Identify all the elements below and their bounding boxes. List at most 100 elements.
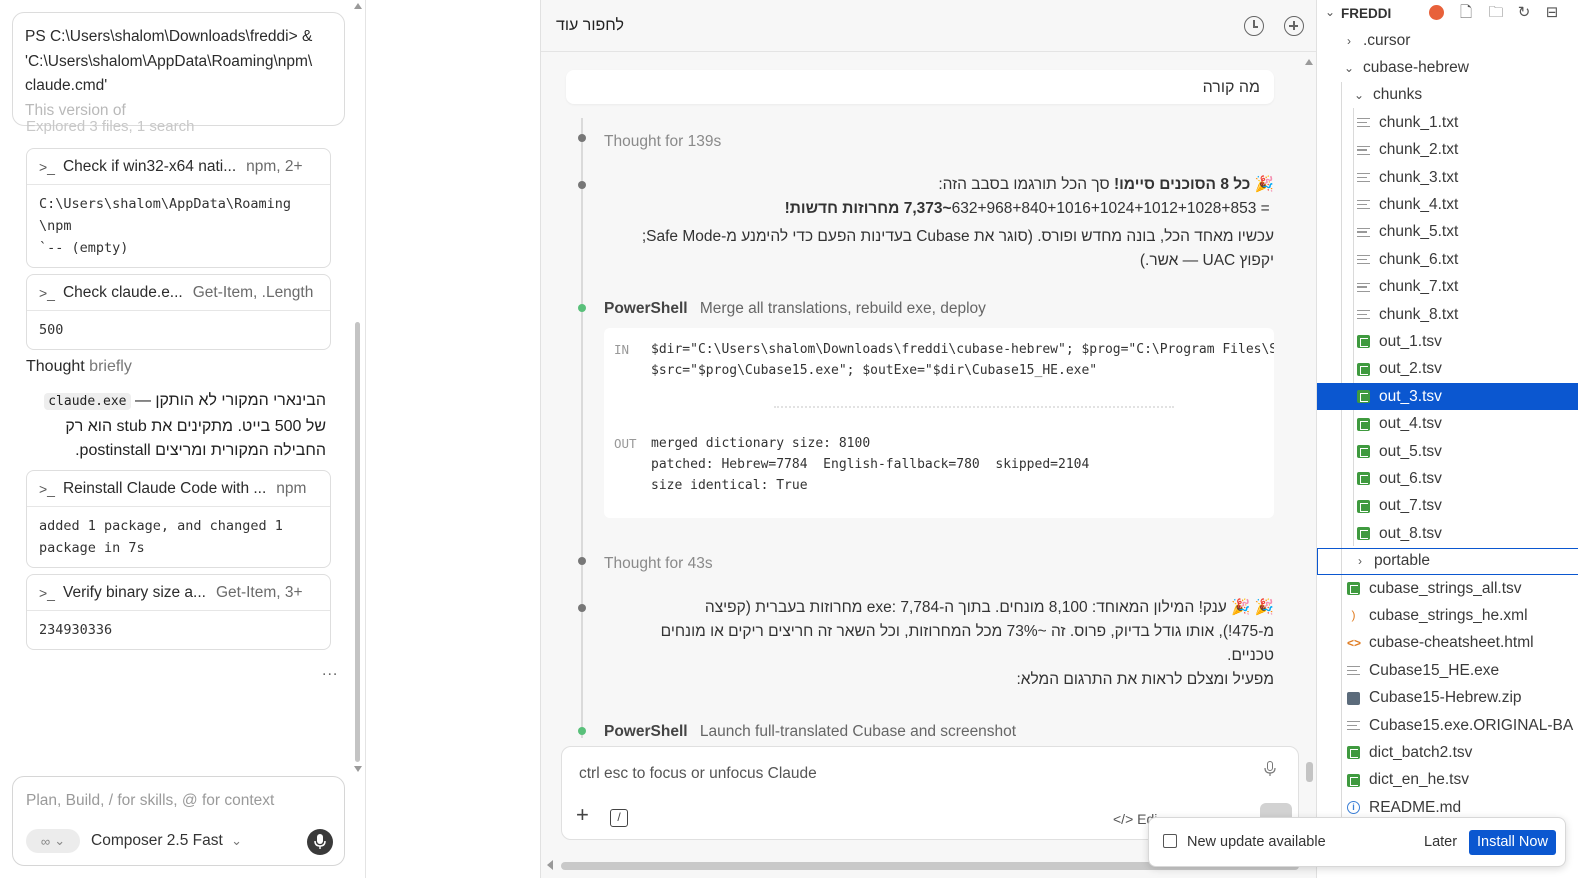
left-scrollbar[interactable] bbox=[353, 0, 363, 778]
chevron-right-icon[interactable]: › bbox=[1354, 554, 1366, 568]
spreadsheet-file-icon bbox=[1347, 582, 1360, 595]
mode-toggle[interactable]: ∞ ⌄ bbox=[26, 829, 80, 853]
command-line: $src="$prog\Cubase15.exe"; $outExe="$dir… bbox=[651, 363, 1098, 378]
thought-indicator[interactable]: Thought for 139s bbox=[604, 133, 721, 151]
add-attachment-plus-icon[interactable]: + bbox=[576, 804, 589, 826]
model-selector[interactable]: Composer 2.5 Fast ⌄ bbox=[91, 832, 242, 850]
tree-file[interactable]: out_3.tsv bbox=[1317, 383, 1578, 411]
chevron-down-icon: ⌄ bbox=[231, 833, 243, 848]
refresh-icon[interactable]: ↻ bbox=[1515, 4, 1533, 22]
model-name: Composer 2.5 Fast bbox=[91, 832, 223, 849]
tree-file[interactable]: dict_batch2.tsv bbox=[1317, 739, 1578, 766]
message-line: עכשיו מאחד הכל, בונה מחדש ופורס. (סוגר א… bbox=[641, 228, 1274, 245]
tree-file[interactable]: chunk_8.txt bbox=[1317, 301, 1578, 328]
thought-indicator[interactable]: Thought for 43s bbox=[604, 555, 713, 573]
text-file-icon bbox=[1357, 282, 1370, 292]
assistant-message: 🎉 🎉 ענק! המילון המאוחד: 8,100 מונחים. בת… bbox=[604, 596, 1274, 692]
composer-input[interactable]: ctrl esc to focus or unfocus Claude bbox=[579, 765, 817, 783]
tree-file[interactable]: out_8.tsv bbox=[1317, 520, 1578, 547]
tool-call-title: Check claude.e... bbox=[62, 283, 183, 301]
message-text: הבינארי המקורי לא הותקן — bbox=[130, 392, 326, 409]
scrollbar-thumb[interactable] bbox=[355, 322, 360, 762]
scrollbar-thumb[interactable] bbox=[1306, 762, 1313, 782]
tool-call-header[interactable]: >_ Check claude.e... Get-Item, .Length bbox=[27, 275, 330, 311]
message-text: 632+968+840+1016+1024+1012+1028+853 = bbox=[951, 200, 1274, 217]
history-clock-icon[interactable] bbox=[1244, 16, 1264, 36]
tree-file[interactable]: chunk_4.txt bbox=[1317, 191, 1578, 218]
tree-file[interactable]: out_2.tsv bbox=[1317, 356, 1578, 383]
text-file-icon bbox=[1357, 145, 1370, 155]
new-chat-plus-icon[interactable] bbox=[1284, 16, 1304, 36]
tree-file[interactable]: chunk_7.txt bbox=[1317, 274, 1578, 301]
powershell-step[interactable]: PowerShell Merge all translations, rebui… bbox=[604, 300, 986, 318]
tree-file[interactable]: chunk_5.txt bbox=[1317, 219, 1578, 246]
chevron-down-icon[interactable]: ⌄ bbox=[1353, 88, 1365, 102]
microphone-icon[interactable] bbox=[1264, 761, 1276, 782]
timeline-dot-success bbox=[578, 727, 586, 735]
tool-call-header[interactable]: >_ Check if win32-x64 nati... npm, 2+ bbox=[27, 149, 330, 185]
powershell-io-block: IN $dir="C:\Users\shalom\Downloads\fredd… bbox=[604, 328, 1274, 518]
send-button[interactable] bbox=[1260, 803, 1292, 817]
tree-file[interactable]: ) cubase_strings_he.xml bbox=[1317, 602, 1578, 629]
scroll-up-arrow-icon[interactable] bbox=[354, 3, 362, 9]
new-file-icon[interactable]: 🗋 bbox=[1457, 4, 1475, 22]
tree-file[interactable]: cubase_strings_all.tsv bbox=[1317, 575, 1578, 602]
tree-file[interactable]: out_6.tsv bbox=[1317, 465, 1578, 492]
chat-scrollbar[interactable] bbox=[1303, 56, 1315, 782]
tree-item-label: chunk_5.txt bbox=[1379, 223, 1459, 241]
tree-file[interactable]: dict_en_he.tsv bbox=[1317, 767, 1578, 794]
tree-folder[interactable]: ⌄ chunks bbox=[1317, 82, 1578, 109]
slash-command-icon[interactable]: / bbox=[610, 809, 628, 827]
thought-indicator[interactable]: Thought briefly bbox=[26, 358, 132, 376]
scroll-down-arrow-icon[interactable] bbox=[354, 766, 362, 772]
tree-item-label: chunk_4.txt bbox=[1379, 195, 1459, 213]
tree-file[interactable]: <> cubase-cheatsheet.html bbox=[1317, 630, 1578, 657]
more-options-button[interactable]: ... bbox=[322, 662, 338, 680]
powershell-step[interactable]: PowerShell Launch full-translated Cubase… bbox=[604, 723, 1016, 741]
tree-folder[interactable]: › .cursor bbox=[1317, 27, 1578, 54]
composer-input[interactable]: Plan, Build, / for skills, @ for context bbox=[26, 792, 274, 810]
tool-call-card[interactable]: >_ Check claude.e... Get-Item, .Length 5… bbox=[26, 274, 331, 350]
microphone-button[interactable] bbox=[307, 829, 333, 855]
tool-call-card[interactable]: >_ Reinstall Claude Code with ... npm ad… bbox=[26, 470, 331, 568]
chat-composer[interactable]: Plan, Build, / for skills, @ for context… bbox=[12, 776, 345, 866]
tree-file[interactable]: out_5.tsv bbox=[1317, 438, 1578, 465]
tool-call-header[interactable]: >_ Reinstall Claude Code with ... npm bbox=[27, 471, 330, 507]
chevron-down-icon[interactable]: ⌄ bbox=[1343, 61, 1355, 75]
chevron-right-icon[interactable]: › bbox=[1343, 34, 1355, 48]
assistant-message: הבינארי המקורי לא הותקן — claude.exe של … bbox=[26, 389, 326, 464]
tool-call-card[interactable]: >_ Check if win32-x64 nati... npm, 2+ C:… bbox=[26, 148, 331, 268]
later-button[interactable]: Later bbox=[1424, 834, 1457, 850]
tree-item-label: portable bbox=[1374, 552, 1431, 570]
workspace-root[interactable]: FREDDI bbox=[1341, 6, 1391, 21]
collapse-all-icon[interactable]: ⊟ bbox=[1543, 4, 1561, 22]
chat-header: לחפור עוד bbox=[541, 0, 1317, 52]
message-bold-text: כל 8 הסוכנים סיימו! bbox=[1113, 176, 1251, 193]
scroll-left-arrow-icon[interactable] bbox=[547, 860, 553, 870]
tree-file[interactable]: chunk_1.txt bbox=[1317, 109, 1578, 136]
tree-file[interactable]: chunk_6.txt bbox=[1317, 246, 1578, 273]
tree-item-label: Cubase15_HE.exe bbox=[1369, 661, 1500, 679]
tree-file[interactable]: out_1.tsv bbox=[1317, 328, 1578, 355]
tree-folder[interactable]: ⌄ cubase-hebrew bbox=[1317, 54, 1578, 81]
tool-call-card[interactable]: >_ Verify binary size a... Get-Item, 3+ … bbox=[26, 574, 331, 650]
tree-file[interactable]: Cubase15.exe.ORIGINAL-BA bbox=[1317, 712, 1578, 739]
cursor-logo-icon[interactable] bbox=[1427, 4, 1445, 22]
tree-file[interactable]: Cubase15_HE.exe bbox=[1317, 657, 1578, 684]
tree-file[interactable]: chunk_3.txt bbox=[1317, 164, 1578, 191]
tree-folder[interactable]: › portable bbox=[1317, 547, 1578, 575]
code-file-icon: <> bbox=[1347, 635, 1362, 650]
chevron-down-icon[interactable]: ⌄ bbox=[1325, 5, 1335, 19]
tree-item-label: out_6.tsv bbox=[1379, 469, 1442, 487]
tree-file[interactable]: Cubase15-Hebrew.zip bbox=[1317, 685, 1578, 712]
user-message: מה קורה bbox=[566, 70, 1274, 104]
tool-call-header[interactable]: >_ Verify binary size a... Get-Item, 3+ bbox=[27, 575, 330, 611]
tree-file[interactable]: chunk_2.txt bbox=[1317, 137, 1578, 164]
message-line: מ-475!), אותו גודל בדיוק, פרוס. זה ~73% … bbox=[660, 623, 1274, 640]
install-now-button[interactable]: Install Now bbox=[1469, 830, 1556, 855]
tree-file[interactable]: out_7.tsv bbox=[1317, 493, 1578, 520]
agent-chat-scroll-area: PS C:\Users\shalom\Downloads\freddi> & '… bbox=[0, 0, 352, 770]
tree-file[interactable]: out_4.tsv bbox=[1317, 411, 1578, 438]
scroll-up-arrow-icon[interactable] bbox=[1305, 59, 1313, 65]
new-folder-icon[interactable]: 🗀 bbox=[1487, 4, 1505, 22]
